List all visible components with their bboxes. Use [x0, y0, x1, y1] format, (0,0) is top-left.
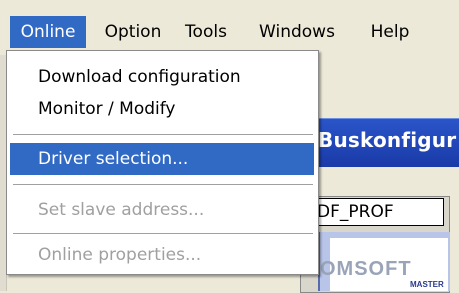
brand-logo-text: OMSOFT — [320, 258, 412, 280]
menu-separator — [13, 233, 313, 234]
menu-item-download-configuration[interactable]: Download configuration — [10, 61, 314, 93]
online-dropdown-menu: Download configuration Monitor / Modify … — [6, 50, 319, 275]
menu-separator — [13, 134, 313, 135]
device-label[interactable]: ) DF_PROF — [302, 198, 444, 226]
menu-help[interactable]: Help — [362, 16, 418, 48]
menu-separator — [13, 184, 313, 185]
menu-tools[interactable]: Tools — [178, 16, 234, 48]
menu-item-online-properties[interactable]: Online properties... — [10, 239, 314, 271]
brand-subtitle: MASTER — [410, 280, 444, 289]
menu-item-driver-selection[interactable]: Driver selection... — [10, 143, 314, 175]
menu-option[interactable]: Option — [96, 16, 170, 48]
menu-bar: Online Option Tools Windows Help — [0, 0, 459, 51]
menu-item-set-slave-address[interactable]: Set slave address... — [10, 194, 314, 226]
menu-item-monitor-modify[interactable]: Monitor / Modify — [10, 93, 314, 125]
child-window-title: Buskonfigur — [318, 128, 457, 152]
menu-windows[interactable]: Windows — [244, 16, 350, 48]
menu-online[interactable]: Online — [10, 16, 86, 48]
